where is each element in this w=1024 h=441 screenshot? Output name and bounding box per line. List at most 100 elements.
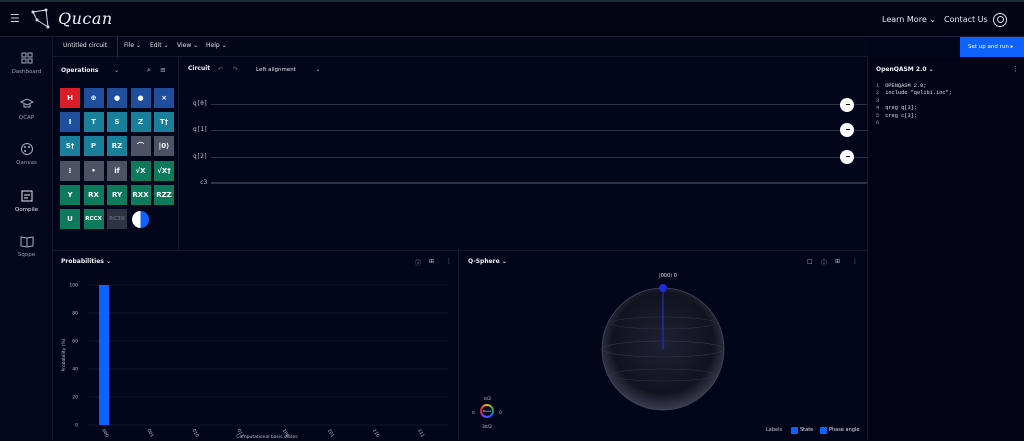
phase-legend: π/2 π 0 3π/2 Phase [472, 397, 510, 433]
gate-3-1[interactable]: • [83, 160, 104, 181]
sidebar-item-label: Qompile [15, 207, 38, 213]
state-checkbox[interactable] [791, 427, 798, 434]
gate-0-2[interactable]: ● [107, 88, 127, 108]
circuit-title: Circuit [188, 65, 211, 72]
measure-qubit-icon[interactable] [840, 123, 854, 137]
sidebar-item-label: Sqope [17, 252, 36, 258]
y-tick-label: 20 [72, 395, 78, 401]
sidebar-item-qanvas[interactable]: Qanvas [0, 142, 53, 182]
q-sphere[interactable]: |000⟩ 0 [460, 251, 867, 441]
sidebar-item-dashboard[interactable]: Dashboard [0, 51, 53, 91]
book-icon [20, 236, 33, 248]
qsphere-panel: Q-Sphere ⌄ □ ⓘ ⊞ ⋮ |000⟩ 0 π/2 π 0 3π/2 … [460, 250, 867, 440]
probability-display-gate[interactable] [131, 211, 149, 228]
gate-2-4[interactable]: |0⟩ [154, 136, 174, 157]
labels-title: Labels [766, 427, 783, 433]
undo-icon[interactable]: ↶ [218, 66, 223, 73]
y-tick-label: 60 [72, 339, 78, 345]
gate-0-1[interactable]: ⊕ [83, 88, 104, 108]
menu-edit[interactable]: Edit ⌄ [150, 42, 169, 49]
sidebar-item-label: QCAP [18, 115, 35, 121]
y-tick-label: 40 [72, 367, 78, 373]
menu-view[interactable]: View ⌄ [177, 42, 198, 49]
gate-2-1[interactable]: P [83, 136, 104, 157]
gate-2-3[interactable]: ⌒ [130, 136, 151, 157]
graduation-cap-icon [19, 98, 34, 108]
gate-5-2[interactable]: RC3X [107, 209, 127, 229]
phase-label: 0 [499, 411, 502, 416]
gate-4-3[interactable]: RXX [130, 184, 151, 205]
set-up-and-run-button[interactable]: Set up and run ▸ [960, 37, 1024, 57]
x-tick-label: 000 [100, 428, 110, 439]
code-line: 1 OPENQASM 2.0; [876, 83, 927, 89]
gate-3-4[interactable]: √X† [154, 160, 174, 181]
code-line: 6 [876, 120, 880, 127]
list-icon[interactable]: ≡ [160, 66, 166, 74]
phase-label: 3π/2 [482, 425, 492, 430]
x-tick-label: 101 [326, 428, 336, 439]
gate-4-4[interactable]: RZZ [154, 184, 174, 205]
qasm-panel: OpenQASM 2.0 ⌄ ⋮ 1 OPENQASM 2.0; 2 include … [867, 58, 1024, 440]
gate-5-1[interactable]: RCCX [83, 209, 104, 229]
gate-3-3[interactable]: √X [130, 160, 151, 181]
sidebar-item-qcap[interactable]: QCAP [0, 97, 53, 137]
x-tick-label: 010 [191, 428, 201, 439]
gate-0-3[interactable]: ● [130, 88, 151, 108]
phase-angle-checkbox[interactable] [820, 427, 827, 434]
sidebar-item-qompile[interactable]: Qompile [0, 189, 53, 229]
gate-1-1[interactable]: T [83, 112, 104, 133]
circuit-name[interactable]: Untitled circuit [63, 42, 107, 49]
gate-1-0[interactable]: I [60, 112, 80, 133]
probability-chart: 020406080100000 001 010 011 100 101 110 111Comp… [61, 283, 448, 440]
y-tick-label: 100 [69, 283, 78, 289]
gate-5-0[interactable]: U [60, 209, 80, 229]
qasm-code-editor[interactable]: 1 OPENQASM 2.0; 2 include "qelib1.inc"; 3 4 qr… [876, 83, 952, 127]
gate-4-2[interactable]: RY [107, 184, 127, 205]
sidebar-item-label: Qanvas [16, 160, 37, 166]
x-axis-label: Computational basis states [236, 434, 298, 440]
state-label: |000⟩ 0 [659, 273, 677, 279]
sidebar-item-sqope[interactable]: Sqope [0, 234, 53, 274]
gate-3-0[interactable]: ⁞ [60, 160, 80, 181]
search-icon[interactable]: ⌕ [147, 66, 151, 75]
gate-1-2[interactable]: S [107, 112, 127, 133]
measure-qubit-icon[interactable] [840, 150, 854, 164]
menu-file[interactable]: File ⌄ [124, 42, 141, 49]
phase-label: π [472, 411, 475, 416]
overflow-menu-icon[interactable]: ⋮ [1012, 65, 1019, 73]
wire-label: c3 [200, 179, 208, 186]
palette-icon [20, 143, 33, 155]
alignment-select[interactable]: Left alignment ⌄ [256, 67, 320, 73]
qasm-title[interactable]: OpenQASM 2.0 ⌄ [876, 66, 934, 73]
code-line: 3 [876, 97, 880, 104]
gate-0-0[interactable]: H [60, 88, 80, 108]
gate-4-0[interactable]: Y [60, 184, 80, 205]
code-line: 2 include "qelib1.inc"; [876, 90, 952, 97]
gate-4-1[interactable]: RX [83, 184, 104, 205]
y-tick-label: 0 [75, 423, 78, 429]
x-tick-label: 001 [145, 428, 155, 439]
user-avatar-icon[interactable] [993, 13, 1007, 27]
learn-more-link[interactable]: Learn More ⌄ [882, 15, 936, 24]
operations-panel: Operations ⌄ ⌕ ≡ H ⊕ ● ● ⨯ I T S Z T† S† P RZ ⌒ |0⟩ ⁞ • i… [53, 58, 179, 250]
hamburger-menu-icon[interactable]: ☰ [10, 12, 22, 25]
gate-2-2[interactable]: RZ [107, 136, 127, 157]
gate-1-3[interactable]: Z [130, 112, 151, 133]
y-axis-label: Probability (%) [61, 338, 67, 371]
gate-1-4[interactable]: T† [154, 112, 174, 133]
contact-us-link[interactable]: Contact Us [944, 15, 988, 24]
gate-2-0[interactable]: S† [60, 136, 80, 157]
wire-label: q[2] [193, 153, 208, 160]
gate-3-2[interactable]: if [107, 160, 127, 181]
state-point [659, 284, 667, 292]
gate-0-4[interactable]: ⨯ [154, 88, 174, 108]
compile-icon [21, 190, 32, 202]
chevron-down-icon[interactable]: ⌄ [114, 67, 119, 74]
phase-angle-checkbox-label: Phase angle [829, 427, 860, 433]
sidebar-item-label: Dashboard [11, 69, 42, 75]
logo-icon [31, 8, 50, 29]
menu-help[interactable]: Help ⌄ [206, 42, 227, 49]
redo-icon[interactable]: ↷ [233, 66, 238, 73]
y-tick-label: 80 [72, 311, 78, 317]
measure-qubit-icon[interactable] [840, 98, 854, 112]
